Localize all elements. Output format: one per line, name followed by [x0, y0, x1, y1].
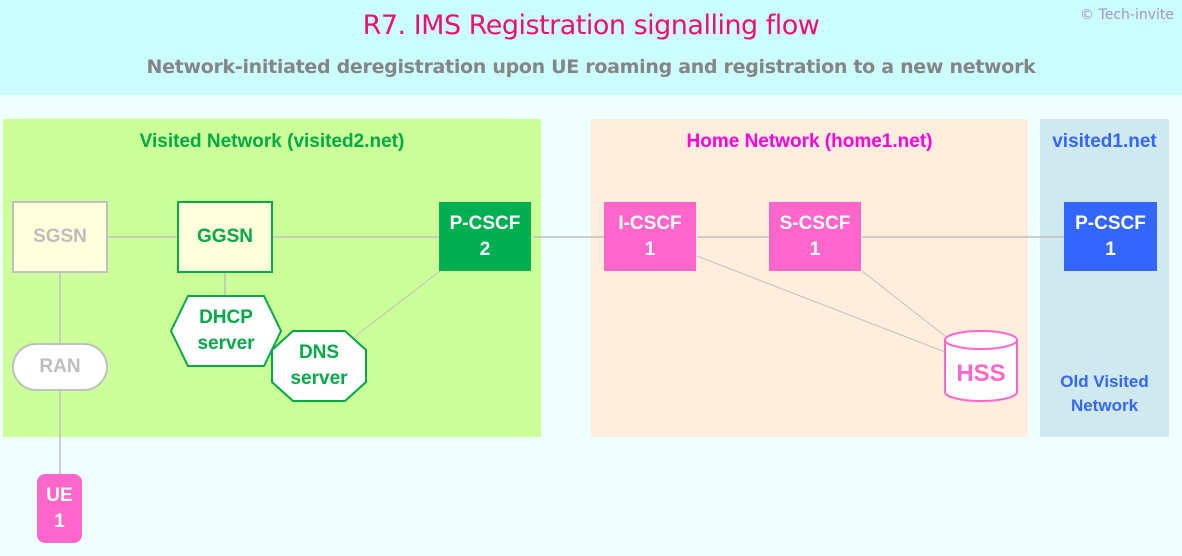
node-dhcp-line2: server	[197, 333, 255, 354]
node-ran-label: RAN	[39, 356, 81, 377]
node-sgsn[interactable]: SGSN	[12, 201, 108, 273]
link-pcscf2-dns	[352, 270, 441, 339]
link-scscf1-hss	[861, 270, 946, 337]
node-icscf1-line1: I-CSCF	[618, 212, 682, 234]
node-pcscf1-line1: P-CSCF	[1075, 212, 1146, 234]
node-ue1-line2: 1	[54, 510, 65, 532]
node-ggsn[interactable]: GGSN	[177, 201, 273, 273]
connection-lines	[59, 236, 1064, 474]
node-pcscf1-line2: 1	[1105, 238, 1116, 260]
node-hss[interactable]: HSS	[944, 330, 1018, 403]
node-dhcp-line1: DHCP	[199, 307, 253, 328]
node-dhcp-server[interactable]: DHCP server	[169, 295, 283, 367]
node-icscf1-line2: 1	[644, 238, 656, 260]
node-pcscf2-line2: 2	[479, 238, 491, 260]
node-hss-label: HSS	[956, 359, 1006, 387]
node-icscf-1[interactable]: I-CSCF 1	[604, 202, 696, 271]
node-scscf-1[interactable]: S-CSCF 1	[769, 202, 861, 271]
node-scscf1-line2: 1	[809, 238, 821, 260]
node-sgsn-label: SGSN	[33, 226, 87, 247]
node-pcscf-2[interactable]: P-CSCF 2	[439, 202, 531, 271]
node-ggsn-label: GGSN	[197, 226, 253, 247]
node-ran[interactable]: RAN	[12, 343, 108, 391]
node-dns-server[interactable]: DNS server	[271, 330, 367, 402]
node-pcscf-1[interactable]: P-CSCF 1	[1064, 202, 1157, 271]
node-ue1-line1: UE	[46, 484, 73, 506]
node-pcscf2-line1: P-CSCF	[449, 212, 521, 234]
node-ue-1[interactable]: UE 1	[37, 474, 82, 543]
node-scscf1-line1: S-CSCF	[779, 212, 851, 234]
node-dns-line1: DNS	[298, 342, 340, 363]
node-dns-line2: server	[290, 368, 348, 389]
